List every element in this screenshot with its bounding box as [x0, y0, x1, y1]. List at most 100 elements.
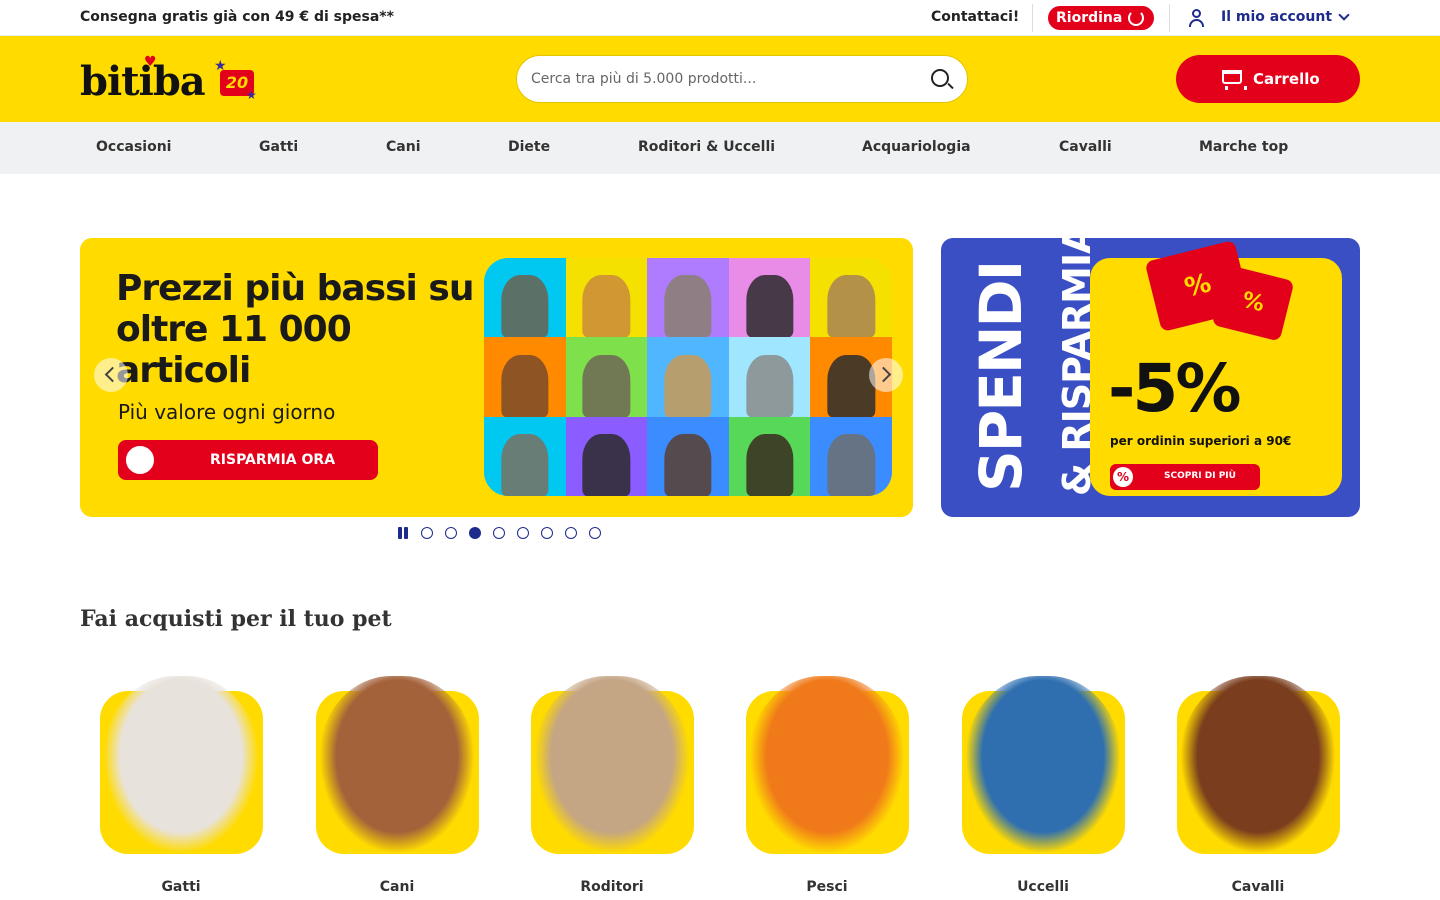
- cart-icon: [1222, 70, 1247, 90]
- star-icon: ★: [246, 88, 257, 102]
- pet-photo: [582, 434, 631, 496]
- chevron-down-icon: [1338, 9, 1350, 21]
- nav-item-marche-top[interactable]: Marche top: [1199, 139, 1288, 155]
- cat-icon: [103, 676, 259, 854]
- parrot-icon: [965, 676, 1121, 854]
- carousel-dot[interactable]: [517, 527, 529, 539]
- pet-category-gatti[interactable]: Gatti: [81, 670, 281, 900]
- pet-photo: [664, 434, 712, 496]
- pet-photo-cell: [647, 416, 729, 496]
- hero-banner[interactable]: Prezzi più bassi su oltre 11 000 articol…: [80, 238, 913, 517]
- pet-photo-cell: [728, 416, 811, 496]
- chevron-left-icon: [104, 366, 121, 383]
- pet-photo: [745, 354, 794, 417]
- pet-photo-cell: [728, 337, 811, 417]
- pet-photo-cell: [484, 258, 566, 338]
- heart-icon: ♥: [144, 54, 157, 70]
- top-bar: Consegna gratis già con 49 € di spesa** …: [0, 0, 1440, 36]
- reorder-button[interactable]: Riordina: [1048, 6, 1154, 30]
- pet-photo-cell: [810, 258, 892, 338]
- spend-save-banner[interactable]: SPENDI & RISPARMIA % % -5% per ordinin s…: [941, 238, 1360, 517]
- anniversary-badge: ★ 20 ★: [214, 58, 257, 102]
- pet-photo-cell: [647, 258, 729, 338]
- nav-item-diete[interactable]: Diete: [508, 139, 550, 155]
- search-input[interactable]: [531, 68, 911, 90]
- divider: [1032, 4, 1033, 32]
- piggy-bank-icon: [122, 442, 158, 478]
- category-label: Cani: [379, 879, 415, 895]
- carousel-dot[interactable]: [469, 527, 481, 539]
- pet-photo: [664, 354, 712, 417]
- pet-photo-cell: [728, 258, 811, 338]
- category-label: Uccelli: [1017, 879, 1069, 895]
- category-label: Pesci: [806, 879, 848, 895]
- cta-label: RISPARMIA ORA: [210, 452, 336, 468]
- category-label: Gatti: [161, 879, 201, 895]
- carousel-dot[interactable]: [421, 527, 433, 539]
- divider: [1169, 4, 1170, 32]
- pet-photo-cell: [484, 416, 566, 496]
- discover-more-button[interactable]: % SCOPRI DI PIÙ: [1110, 464, 1260, 490]
- user-icon: [1188, 7, 1206, 29]
- rabbit-icon: [534, 676, 690, 854]
- reorder-label: Riordina: [1056, 10, 1123, 26]
- free-shipping-notice: Consegna gratis già con 49 € di spesa**: [80, 9, 394, 25]
- pet-photo-cell: [484, 337, 566, 417]
- pet-photo-grid: [484, 258, 892, 496]
- pet-photo: [582, 275, 631, 338]
- section-title: Fai acquisti per il tuo pet: [80, 606, 392, 632]
- carousel-next-button[interactable]: [869, 358, 903, 392]
- carousel-dot[interactable]: [589, 527, 601, 539]
- bitiba-logo[interactable]: bitiba ♥ ★ 20 ★: [80, 54, 260, 105]
- carousel-dot[interactable]: [541, 527, 553, 539]
- promo-line1: SPENDI: [967, 261, 1035, 492]
- fish-icon: [749, 676, 905, 854]
- chevron-right-icon: [875, 366, 892, 383]
- pet-photo: [827, 275, 875, 338]
- pet-category-cani[interactable]: Cani: [297, 670, 497, 900]
- pet-photo-cell: [565, 416, 648, 496]
- contact-link[interactable]: Contattaci!: [931, 9, 1019, 25]
- nav-item-occasioni[interactable]: Occasioni: [96, 139, 171, 155]
- carousel-dot[interactable]: [565, 527, 577, 539]
- pause-icon[interactable]: [397, 526, 409, 540]
- pet-photo: [745, 275, 794, 338]
- pet-photo: [501, 434, 549, 496]
- discount-description: per ordinin superiori a 90€: [1110, 434, 1292, 448]
- dog-icon: [319, 676, 475, 854]
- category-label: Cavalli: [1231, 879, 1285, 895]
- pet-category-pesci[interactable]: Pesci: [727, 670, 927, 900]
- search-bar[interactable]: [516, 55, 968, 103]
- search-icon[interactable]: [931, 69, 949, 87]
- nav-item-cani[interactable]: Cani: [386, 139, 421, 155]
- account-label: Il mio account: [1221, 9, 1333, 25]
- category-label: Roditori: [580, 879, 644, 895]
- promo-box: % % -5% per ordinin superiori a 90€ % SC…: [1090, 239, 1342, 496]
- header: bitiba ♥ ★ 20 ★ Carrello: [0, 36, 1440, 122]
- pet-category-uccelli[interactable]: Uccelli: [943, 670, 1143, 900]
- nav-item-roditori-uccelli[interactable]: Roditori & Uccelli: [638, 139, 775, 155]
- percent-icon: %: [1113, 467, 1133, 487]
- carousel-prev-button[interactable]: [94, 358, 128, 392]
- pet-photo-cell: [565, 337, 648, 417]
- refresh-icon: [1128, 10, 1144, 26]
- cart-button[interactable]: Carrello: [1176, 55, 1360, 103]
- pet-photo-cell: [647, 337, 729, 417]
- carousel-dot[interactable]: [445, 527, 457, 539]
- hero-subtitle: Più valore ogni giorno: [118, 400, 336, 424]
- nav-item-cavalli[interactable]: Cavalli: [1059, 139, 1112, 155]
- promo-vertical-title: SPENDI & RISPARMIA: [959, 238, 1099, 496]
- pet-photo: [664, 275, 712, 338]
- horse-icon: [1180, 676, 1336, 854]
- pet-photo: [827, 434, 875, 496]
- carousel-dot[interactable]: [493, 527, 505, 539]
- pet-category-cavalli[interactable]: Cavalli: [1158, 670, 1358, 900]
- cart-label: Carrello: [1253, 70, 1320, 88]
- main-nav: Occasioni Gatti Cani Diete Roditori & Uc…: [0, 122, 1440, 174]
- nav-item-acquariologia[interactable]: Acquariologia: [862, 139, 971, 155]
- pet-category-roditori[interactable]: Roditori: [512, 670, 712, 900]
- pet-photo: [745, 434, 794, 496]
- save-now-button[interactable]: RISPARMIA ORA: [118, 440, 378, 480]
- logo-text: bitiba: [80, 58, 206, 105]
- nav-item-gatti[interactable]: Gatti: [259, 139, 298, 155]
